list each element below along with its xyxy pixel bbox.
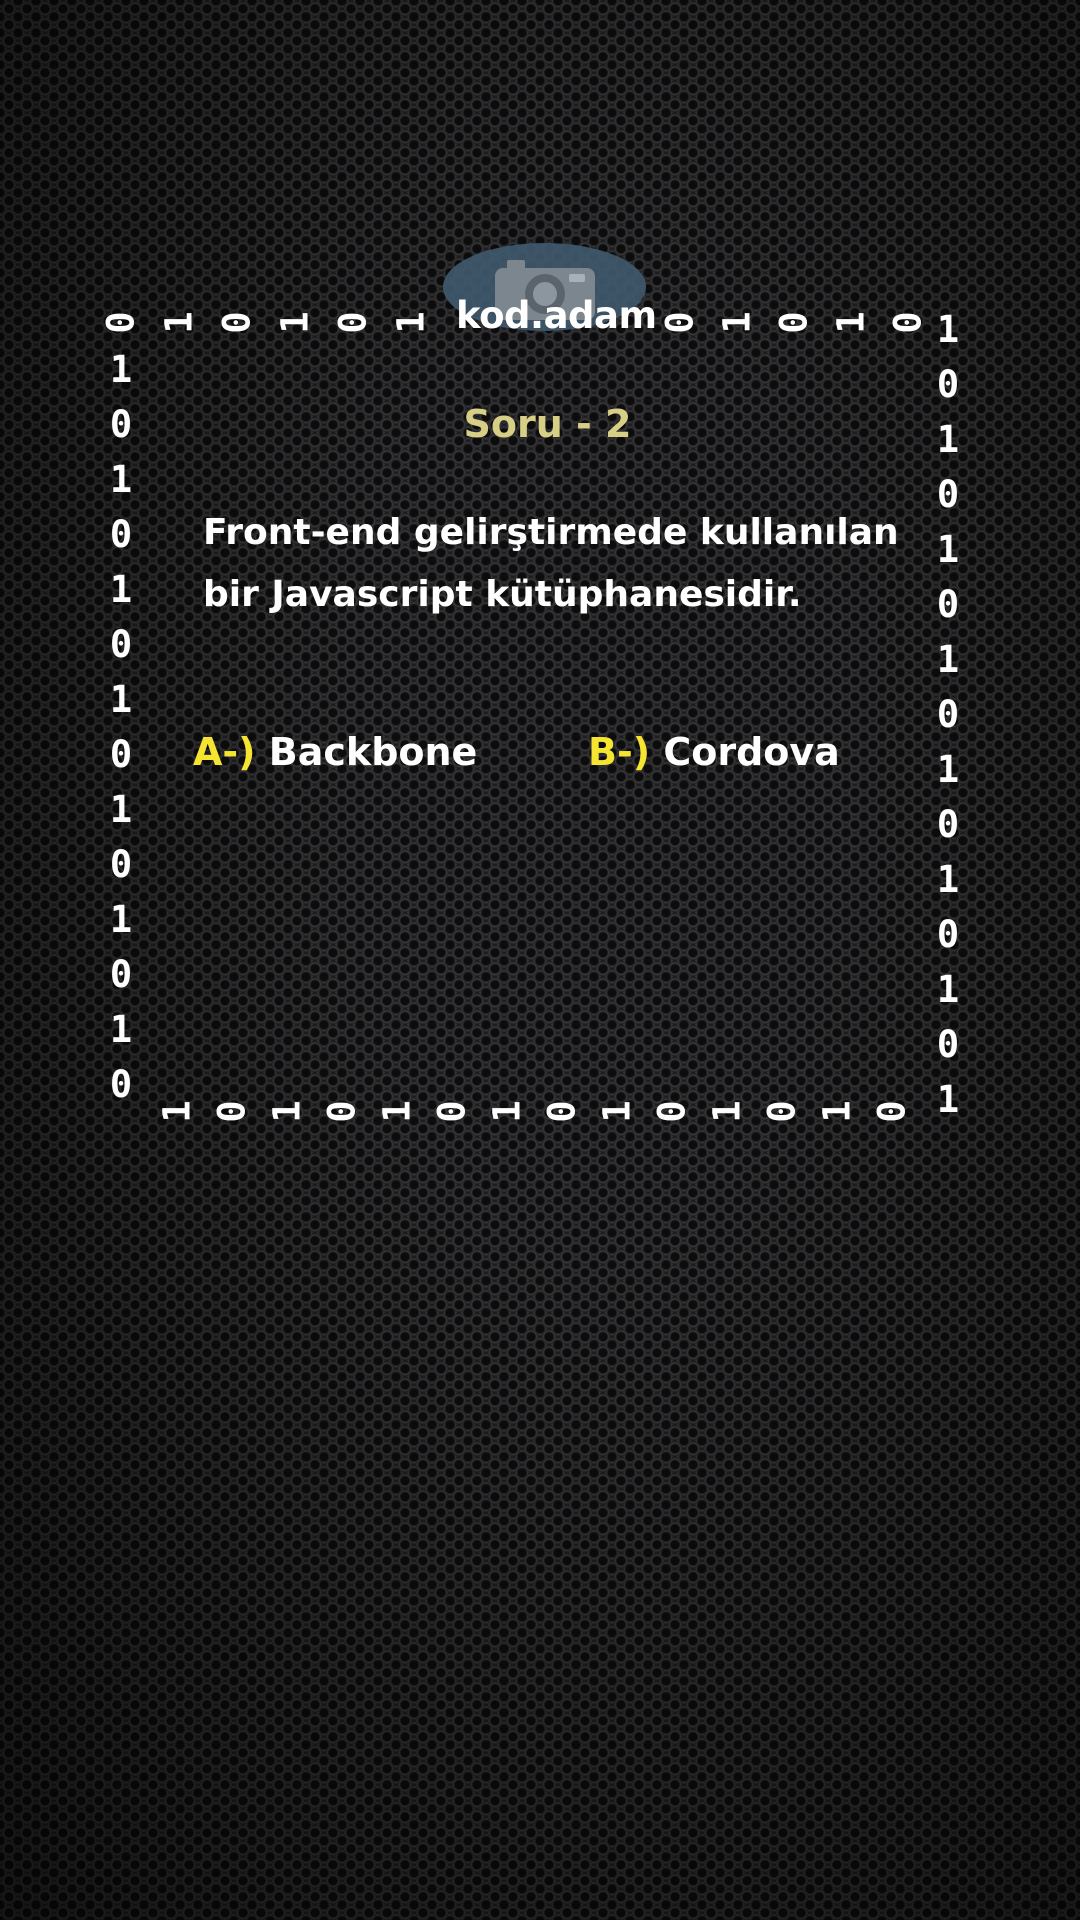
binary-digit: 1 [936, 528, 960, 571]
binary-digit: 1 [389, 311, 433, 334]
binary-digit: 1 [109, 678, 133, 721]
binary-digit: 1 [109, 348, 133, 391]
option-b-prefix: B-) [588, 730, 651, 774]
option-b-label: Cordova [663, 730, 840, 774]
binary-digit: 0 [109, 733, 133, 776]
binary-digit: 1 [936, 748, 960, 791]
question-number: Soru - 2 [463, 402, 632, 446]
binary-digit: 1 [265, 1100, 309, 1123]
binary-digit: 0 [109, 953, 133, 996]
binary-digit: 1 [815, 1100, 859, 1123]
question-text: Front-end gelirştirmede kullanılan bir J… [203, 512, 899, 615]
binary-digit: 0 [936, 473, 960, 516]
binary-digit: 0 [650, 1100, 694, 1123]
option-a-prefix: A-) [193, 730, 256, 774]
binary-digit: 0 [772, 311, 816, 334]
binary-digit: 1 [375, 1100, 419, 1123]
binary-digit: 0 [320, 1100, 364, 1123]
binary-digit: 1 [109, 458, 133, 501]
binary-digit: 0 [109, 1063, 133, 1106]
binary-digit: 1 [157, 311, 201, 334]
binary-digit: 0 [886, 311, 930, 334]
binary-digit: 0 [870, 1100, 914, 1123]
binary-digit: 1 [155, 1100, 199, 1123]
binary-digit: 1 [109, 1008, 133, 1051]
binary-digit: 0 [109, 843, 133, 886]
binary-digit: 1 [715, 311, 759, 334]
binary-digit: 1 [936, 968, 960, 1011]
binary-digit: 0 [658, 311, 702, 334]
binary-digit: 0 [99, 311, 143, 334]
binary-digit: 1 [936, 308, 960, 351]
binary-digit: 1 [109, 788, 133, 831]
binary-digit: 0 [936, 803, 960, 846]
option-a-label: Backbone [268, 730, 478, 774]
binary-digit: 1 [936, 638, 960, 681]
binary-digit: 1 [485, 1100, 529, 1123]
option-b[interactable]: B-) Cordova [588, 730, 840, 774]
binary-digit: 0 [210, 1100, 254, 1123]
brand-name: kod.adam [456, 294, 657, 337]
binary-digit: 0 [936, 913, 960, 956]
binary-digit: 0 [331, 311, 375, 334]
option-a[interactable]: A-) Backbone [193, 730, 477, 774]
binary-digit: 0 [936, 363, 960, 406]
binary-digit: 0 [936, 583, 960, 626]
binary-digit: 1 [273, 311, 317, 334]
binary-digit: 0 [540, 1100, 584, 1123]
binary-digit: 1 [936, 1078, 960, 1121]
binary-digit: 1 [705, 1100, 749, 1123]
binary-digit: 0 [936, 1023, 960, 1066]
binary-digit: 0 [215, 311, 259, 334]
binary-digit: 1 [109, 898, 133, 941]
binary-digit: 0 [109, 513, 133, 556]
binary-digit: 1 [595, 1100, 639, 1123]
binary-digit: 0 [760, 1100, 804, 1123]
binary-digit: 1 [829, 311, 873, 334]
binary-digit: 0 [936, 693, 960, 736]
binary-digit: 1 [109, 568, 133, 611]
binary-digit: 0 [430, 1100, 474, 1123]
binary-digit: 1 [936, 858, 960, 901]
binary-digit: 0 [109, 623, 133, 666]
